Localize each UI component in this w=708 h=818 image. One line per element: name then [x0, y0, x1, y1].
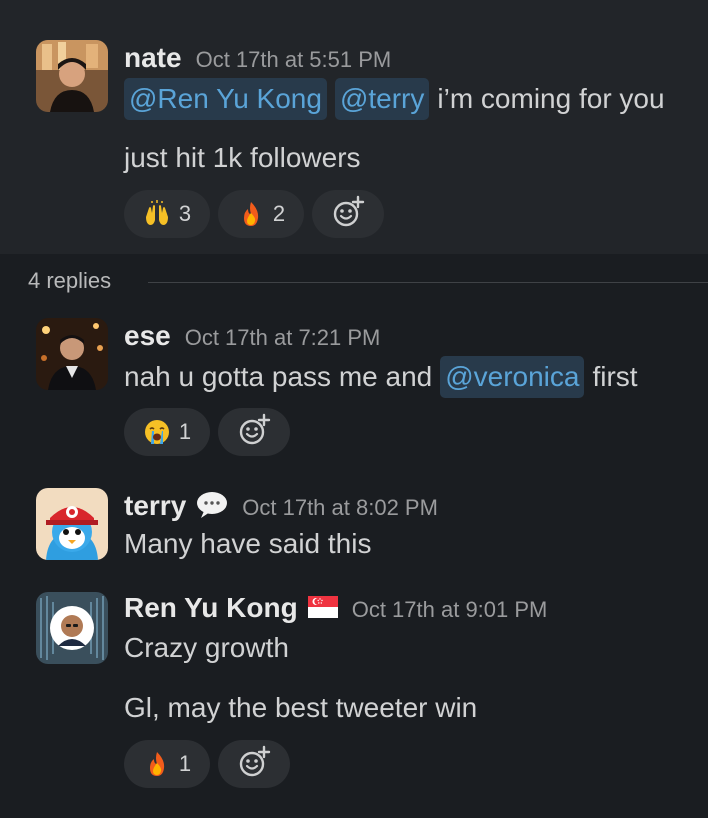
speech-balloon-icon[interactable]: [196, 491, 228, 524]
timestamp[interactable]: Oct 17th at 5:51 PM: [196, 47, 392, 73]
message-text-line2: just hit 1k followers: [124, 142, 361, 174]
message-text-line2: Gl, may the best tweeter win: [124, 692, 477, 724]
reaction-count: 1: [178, 751, 192, 776]
message-text: nah u gotta pass me and: [124, 361, 433, 392]
avatar-nate[interactable]: [36, 40, 108, 112]
reaction-fire[interactable]: 1: [124, 740, 210, 788]
message-header: terry Oct 17th at 8:02 PM: [124, 490, 438, 524]
message-header: nate Oct 17th at 5:51 PM: [124, 42, 391, 76]
reaction-bar: 1: [124, 408, 290, 456]
raised-hands-icon: [143, 200, 171, 228]
sender-name[interactable]: nate: [124, 42, 182, 74]
reaction-count: 1: [178, 419, 192, 444]
message-text: Gl, may the best tweeter win: [124, 692, 478, 723]
sender-name[interactable]: Ren Yu Kong: [124, 592, 298, 624]
reaction-bar: 3 2: [124, 190, 384, 238]
avatar-terry[interactable]: [36, 488, 108, 560]
message-text-line1: Crazy growth: [124, 632, 289, 664]
message-text-line1: @Ren Yu Kong @terry i’m coming for you: [124, 78, 665, 120]
reaction-fire[interactable]: 2: [218, 190, 304, 238]
singapore-flag-icon[interactable]: [307, 595, 338, 623]
loudly-crying-face-icon: [143, 418, 171, 446]
add-reaction-icon: [237, 745, 271, 784]
timestamp[interactable]: Oct 17th at 8:02 PM: [242, 495, 438, 521]
message-text: Crazy growth: [124, 632, 289, 663]
add-reaction-button[interactable]: [312, 190, 384, 238]
fire-icon: [143, 750, 171, 778]
message-text-line1: nah u gotta pass me and @veronica first: [124, 356, 638, 398]
message-text: Many have said this: [124, 528, 372, 559]
message-text-line1: Many have said this: [124, 528, 371, 560]
divider-line: [148, 282, 708, 283]
add-reaction-icon: [237, 413, 271, 452]
replies-count-label: 4 replies: [28, 268, 112, 293]
mention-ren-yu-kong[interactable]: @Ren Yu Kong: [124, 78, 327, 120]
add-reaction-button[interactable]: [218, 740, 290, 788]
message-text: first: [592, 361, 638, 392]
reaction-bar: 1: [124, 740, 290, 788]
reaction-count: 2: [272, 201, 286, 226]
add-reaction-icon: [331, 195, 365, 234]
timestamp[interactable]: Oct 17th at 7:21 PM: [185, 325, 381, 351]
mention-veronica[interactable]: @veronica: [440, 356, 585, 398]
reaction-count: 3: [178, 201, 192, 226]
message-text: i’m coming for you: [437, 83, 665, 114]
message-text: just hit 1k followers: [124, 142, 361, 173]
message-header: ese Oct 17th at 7:21 PM: [124, 320, 380, 354]
avatar-ese[interactable]: [36, 318, 108, 390]
fire-icon: [237, 200, 265, 228]
replies-divider-row: 4 replies: [0, 262, 708, 302]
sender-name[interactable]: terry: [124, 490, 186, 522]
reaction-loudly-crying-face[interactable]: 1: [124, 408, 210, 456]
sender-name[interactable]: ese: [124, 320, 171, 352]
message-header: Ren Yu Kong Oct 17th at 9:01 PM: [124, 592, 547, 626]
reaction-raised-hands[interactable]: 3: [124, 190, 210, 238]
mention-terry[interactable]: @terry: [334, 78, 430, 120]
avatar-ren-yu-kong[interactable]: [36, 592, 108, 664]
timestamp[interactable]: Oct 17th at 9:01 PM: [352, 597, 548, 623]
add-reaction-button[interactable]: [218, 408, 290, 456]
